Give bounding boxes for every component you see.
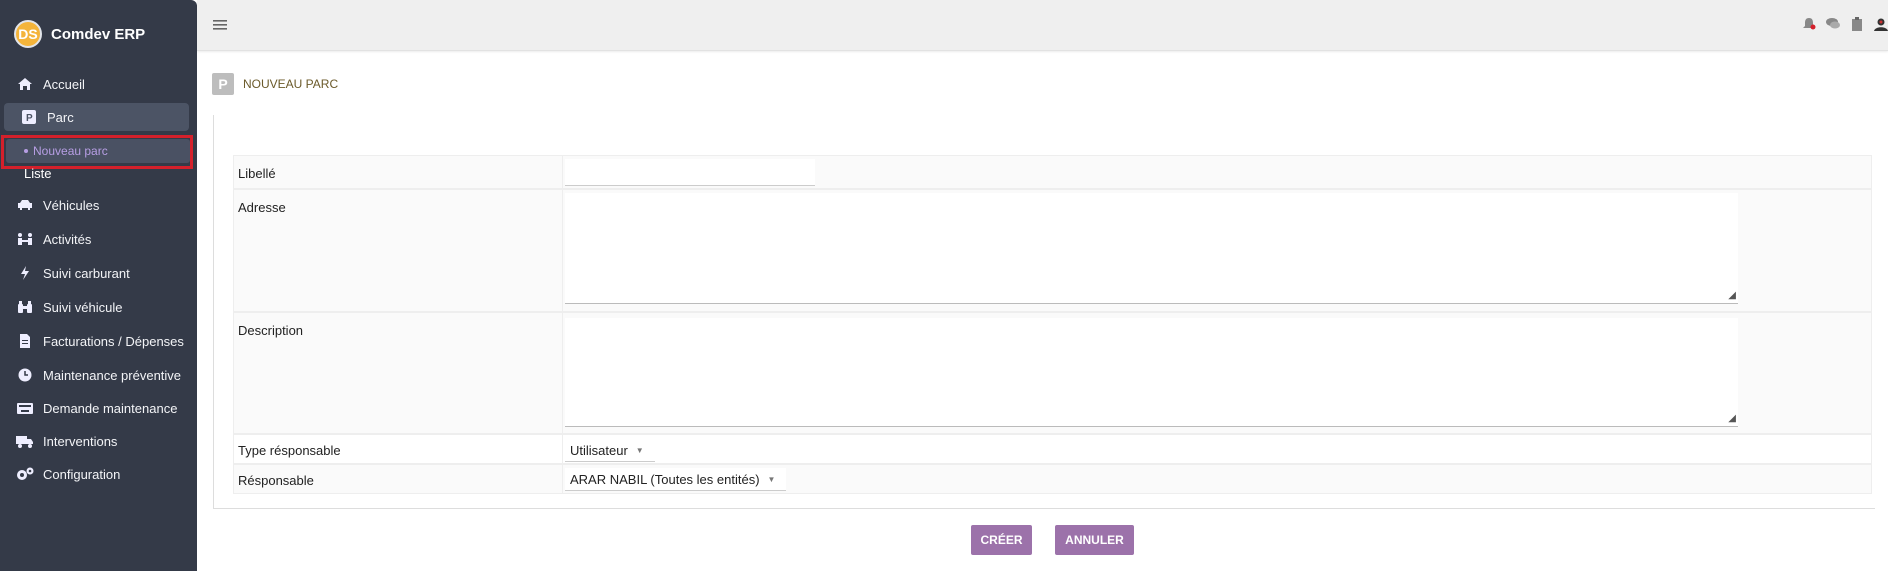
home-icon — [15, 76, 35, 92]
sidebar-item-interventions[interactable]: Interventions — [0, 426, 197, 456]
row-divider — [562, 313, 563, 433]
form-row-libelle: Libellé — [233, 155, 1872, 189]
truck-icon — [15, 433, 35, 449]
description-textarea[interactable]: ◢ — [565, 318, 1738, 427]
responsable-select[interactable]: ARAR NABIL (Toutes les entités) ▼ — [565, 468, 786, 491]
user-avatar-icon[interactable] — [1874, 17, 1888, 34]
page-header: P NOUVEAU PARC — [212, 73, 338, 95]
sidebar-item-configuration[interactable]: Configuration — [0, 459, 197, 489]
gears-icon — [15, 466, 35, 482]
brand[interactable]: DS Comdev ERP — [14, 20, 145, 48]
form-row-responsable: Résponsable — [233, 464, 1872, 494]
top-icons — [1802, 17, 1888, 34]
sidebar-item-label: Suivi carburant — [43, 265, 130, 281]
top-bar — [197, 0, 1888, 51]
resize-handle-icon[interactable]: ◢ — [1728, 290, 1736, 301]
type-responsable-value: Utilisateur — [570, 442, 628, 458]
row-divider — [562, 190, 563, 311]
resize-handle-icon[interactable]: ◢ — [1728, 413, 1736, 424]
parking-icon: P — [212, 73, 234, 95]
clock-icon — [15, 367, 35, 383]
responsable-label: Résponsable — [238, 473, 314, 488]
bolt-icon — [15, 265, 35, 281]
sidebar-subitem-liste[interactable]: Liste — [24, 166, 51, 181]
sidebar: DS Comdev ERP Accueil P Parc Nouveau par… — [0, 0, 197, 571]
sidebar-item-label: Suivi véhicule — [43, 299, 123, 315]
cancel-button[interactable]: ANNULER — [1055, 525, 1134, 555]
alerts-icon[interactable] — [1802, 17, 1816, 34]
sidebar-subitem-nouveau-parc[interactable]: Nouveau parc — [6, 139, 190, 163]
sidebar-item-label: Accueil — [43, 76, 85, 92]
page-title: NOUVEAU PARC — [243, 77, 339, 91]
binoculars-icon — [15, 299, 35, 315]
people-icon — [15, 231, 35, 247]
adresse-textarea[interactable]: ◢ — [565, 193, 1738, 304]
sidebar-item-label: Demande maintenance — [43, 400, 178, 416]
chevron-down-icon: ▼ — [767, 474, 776, 484]
messages-icon[interactable] — [1826, 17, 1840, 34]
libelle-input[interactable] — [565, 159, 815, 186]
libelle-label: Libellé — [238, 166, 276, 181]
invoice-icon — [15, 333, 35, 349]
type-responsable-select[interactable]: Utilisateur ▼ — [565, 439, 655, 462]
sidebar-item-vehicules[interactable]: Véhicules — [0, 190, 197, 220]
sidebar-item-label: Activités — [43, 231, 92, 247]
sidebar-item-label: Véhicules — [43, 197, 100, 213]
sidebar-item-label: Parc — [47, 109, 74, 125]
sidebar-item-parc[interactable]: P Parc — [4, 103, 189, 131]
sidebar-item-label: Configuration — [43, 466, 121, 482]
app-logo: DS — [14, 20, 42, 48]
description-label: Description — [238, 323, 304, 338]
sidebar-item-facturations[interactable]: Facturations / Dépenses — [0, 326, 197, 356]
bullet-icon — [24, 149, 28, 153]
svg-text:P: P — [26, 113, 33, 124]
sidebar-item-activites[interactable]: Activités — [0, 224, 197, 254]
responsable-value: ARAR NABIL (Toutes les entités) — [570, 471, 760, 487]
row-divider — [562, 435, 563, 463]
create-button[interactable]: CRÉER — [971, 525, 1032, 555]
sidebar-item-maintenance-preventive[interactable]: Maintenance préventive — [0, 360, 197, 390]
sidebar-item-accueil[interactable]: Accueil — [0, 69, 197, 99]
sidebar-item-suivi-carburant[interactable]: Suivi carburant — [0, 258, 197, 288]
adresse-label: Adresse — [238, 200, 286, 215]
chevron-down-icon: ▼ — [635, 445, 644, 455]
keyboard-icon — [15, 400, 35, 416]
row-divider — [562, 465, 563, 493]
sidebar-item-label: Interventions — [43, 433, 118, 449]
parking-icon: P — [19, 109, 39, 125]
sidebar-item-label: Maintenance préventive — [43, 367, 182, 383]
app-name: Comdev ERP — [51, 25, 146, 43]
sidebar-item-suivi-vehicule[interactable]: Suivi véhicule — [0, 292, 197, 322]
sidebar-item-label: Facturations / Dépenses — [43, 333, 184, 349]
type-responsable-label: Type résponsable — [238, 443, 341, 458]
clipboard-icon[interactable] — [1850, 17, 1864, 34]
row-divider — [562, 156, 563, 188]
hamburger-icon[interactable] — [213, 15, 227, 36]
form-row-type-responsable: Type résponsable — [233, 434, 1872, 464]
car-icon — [15, 197, 35, 213]
sidebar-subitem-label: Nouveau parc — [33, 144, 108, 158]
sidebar-item-demande-maintenance[interactable]: Demande maintenance — [0, 393, 197, 423]
